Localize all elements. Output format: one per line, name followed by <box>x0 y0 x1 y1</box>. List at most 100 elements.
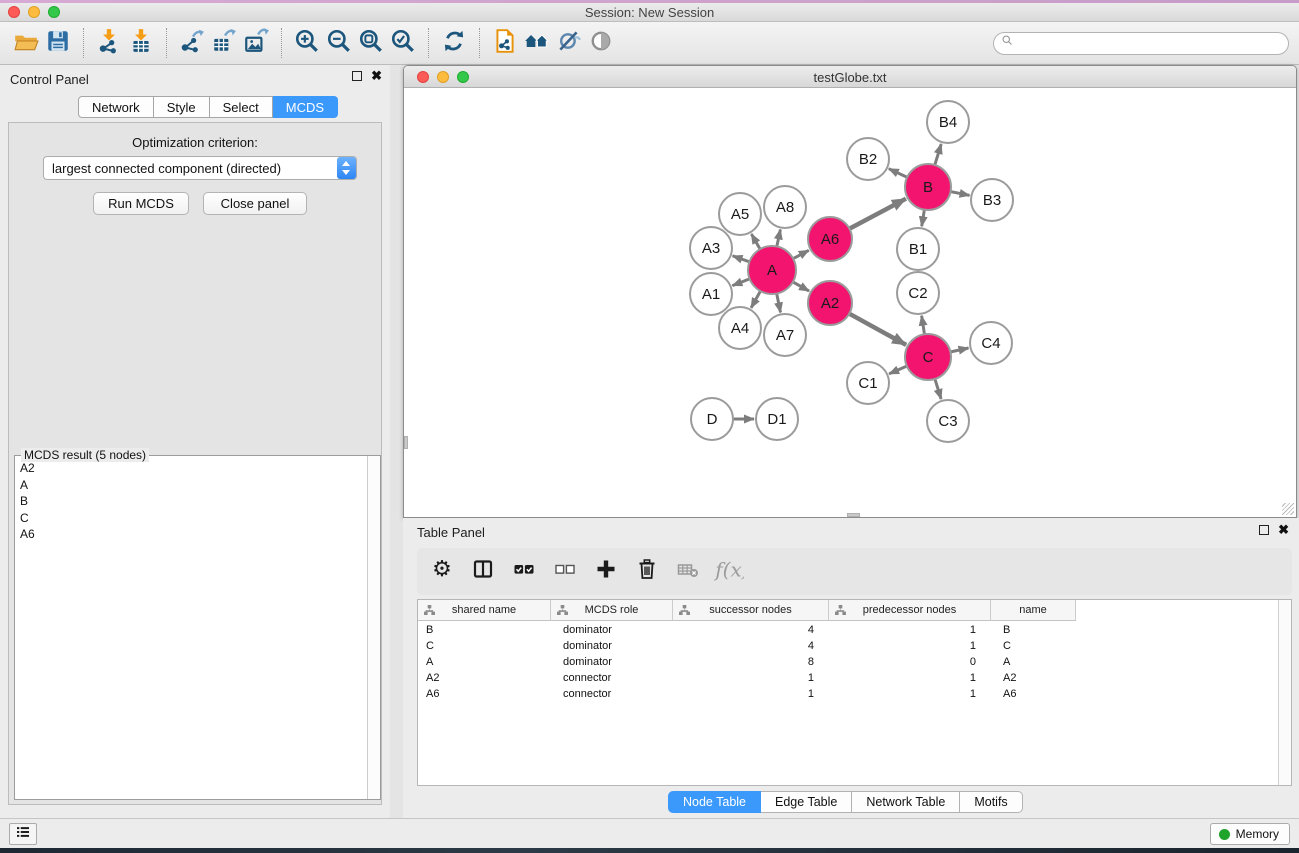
tab-network[interactable]: Network <box>78 96 154 118</box>
node-A7[interactable]: A7 <box>764 314 806 356</box>
cell-name[interactable]: B <box>991 624 1076 636</box>
network-canvas[interactable]: B4 B2 B B3 A8 A5 A6 A3 B1 A C2 A1 A2 <box>405 88 1297 518</box>
cell-name[interactable]: A <box>991 656 1076 668</box>
cell-name[interactable]: A2 <box>991 672 1076 684</box>
mcds-result-item[interactable]: C <box>15 510 367 527</box>
cell-predecessor-nodes[interactable]: 1 <box>829 672 991 684</box>
cell-successor-nodes[interactable]: 8 <box>673 656 829 668</box>
unselect-all-columns-button[interactable] <box>552 559 578 585</box>
close-panel-icon[interactable]: ✖ <box>371 71 382 81</box>
node-A[interactable]: A <box>748 246 796 294</box>
edge-B-B3[interactable] <box>949 191 970 195</box>
export-table-button[interactable] <box>208 27 240 59</box>
import-network-button[interactable] <box>93 27 125 59</box>
node-A8[interactable]: A8 <box>764 186 806 228</box>
cell-mcds-role[interactable]: connector <box>551 672 673 684</box>
node-C4[interactable]: C4 <box>970 322 1012 364</box>
zoom-selected-button[interactable] <box>387 27 419 59</box>
zoom-in-button[interactable] <box>291 27 323 59</box>
memory-button[interactable]: Memory <box>1210 823 1290 845</box>
node-B4[interactable]: B4 <box>927 101 969 143</box>
export-network-button[interactable] <box>176 27 208 59</box>
cell-name[interactable]: A6 <box>991 688 1076 700</box>
optimization-criterion-select[interactable]: largest connected component (directed) <box>43 156 357 180</box>
show-graphics-details-button[interactable] <box>585 27 617 59</box>
edge-C-C2[interactable] <box>922 316 925 337</box>
close-table-panel-icon[interactable]: ✖ <box>1278 525 1289 535</box>
table-row[interactable]: Bdominator41B <box>418 622 1278 638</box>
node-A3[interactable]: A3 <box>690 227 732 269</box>
node-A6[interactable]: A6 <box>808 217 852 261</box>
export-image-button[interactable] <box>240 27 272 59</box>
cell-shared-name[interactable]: B <box>418 624 551 636</box>
table-row[interactable]: A6connector11A6 <box>418 686 1278 702</box>
refresh-button[interactable] <box>438 27 470 59</box>
node-D[interactable]: D <box>691 398 733 440</box>
search-field[interactable] <box>993 32 1289 55</box>
create-column-button[interactable] <box>593 559 619 585</box>
table-row[interactable]: Adominator80A <box>418 654 1278 670</box>
mcds-result-item[interactable]: B <box>15 493 367 510</box>
node-C3[interactable]: C3 <box>927 400 969 442</box>
column-header-predecessor-nodes[interactable]: predecessor nodes <box>829 600 991 621</box>
edge-A-A2[interactable] <box>791 281 809 291</box>
first-neighbors-button[interactable] <box>521 27 553 59</box>
cell-successor-nodes[interactable]: 1 <box>673 672 829 684</box>
table-row[interactable]: Cdominator41C <box>418 638 1278 654</box>
cell-mcds-role[interactable]: connector <box>551 688 673 700</box>
table-row[interactable]: A2connector11A2 <box>418 670 1278 686</box>
delete-columns-button[interactable] <box>634 559 660 585</box>
node-C[interactable]: C <box>905 334 951 380</box>
save-session-button[interactable] <box>42 27 74 59</box>
tab-edge-table[interactable]: Edge Table <box>761 791 852 813</box>
edge-A2-C[interactable] <box>848 313 907 345</box>
vertical-scroll-nub[interactable] <box>404 436 408 449</box>
cell-mcds-role[interactable]: dominator <box>551 624 673 636</box>
float-table-panel-icon[interactable] <box>1259 525 1269 535</box>
cell-shared-name[interactable]: C <box>418 640 551 652</box>
close-panel-button[interactable]: Close panel <box>203 192 307 215</box>
node-B3[interactable]: B3 <box>971 179 1013 221</box>
node-B[interactable]: B <box>905 164 951 210</box>
cell-successor-nodes[interactable]: 4 <box>673 624 829 636</box>
edge-A-A7[interactable] <box>776 292 780 313</box>
task-history-button[interactable] <box>9 823 37 845</box>
node-A1[interactable]: A1 <box>690 273 732 315</box>
float-panel-icon[interactable] <box>352 71 362 81</box>
cell-predecessor-nodes[interactable]: 1 <box>829 624 991 636</box>
cell-predecessor-nodes[interactable]: 0 <box>829 656 991 668</box>
tab-motifs[interactable]: Motifs <box>960 791 1022 813</box>
new-network-from-selection-button[interactable] <box>489 27 521 59</box>
column-header-name[interactable]: name <box>991 600 1076 621</box>
cell-successor-nodes[interactable]: 1 <box>673 688 829 700</box>
column-header-shared-name[interactable]: shared name <box>418 600 551 621</box>
node-C2[interactable]: C2 <box>897 272 939 314</box>
horizontal-scroll-nub[interactable] <box>847 513 860 517</box>
hide-graphics-details-button[interactable] <box>553 27 585 59</box>
edge-B-B2[interactable] <box>889 169 909 178</box>
tab-network-table[interactable]: Network Table <box>852 791 960 813</box>
edge-B-B4[interactable] <box>934 144 941 167</box>
table-options-button[interactable]: ⚙ <box>429 559 455 585</box>
node-A4[interactable]: A4 <box>719 307 761 349</box>
cell-predecessor-nodes[interactable]: 1 <box>829 640 991 652</box>
show-column-panel-button[interactable] <box>470 559 496 585</box>
mcds-result-list[interactable]: A2ABCA6 <box>15 460 367 799</box>
zoom-out-button[interactable] <box>323 27 355 59</box>
cell-mcds-role[interactable]: dominator <box>551 656 673 668</box>
cell-predecessor-nodes[interactable]: 1 <box>829 688 991 700</box>
tab-node-table[interactable]: Node Table <box>668 791 761 813</box>
edge-A6-B[interactable] <box>848 199 906 230</box>
zoom-fit-button[interactable] <box>355 27 387 59</box>
edge-A-A4[interactable] <box>751 289 761 308</box>
import-table-button[interactable] <box>125 27 157 59</box>
column-header-mcds-role[interactable]: MCDS role <box>551 600 673 621</box>
mcds-result-item[interactable]: A6 <box>15 526 367 543</box>
tab-style[interactable]: Style <box>154 96 210 118</box>
mcds-result-item[interactable]: A2 <box>15 460 367 477</box>
cell-shared-name[interactable]: A6 <box>418 688 551 700</box>
node-D1[interactable]: D1 <box>756 398 798 440</box>
node-B2[interactable]: B2 <box>847 138 889 180</box>
node-A5[interactable]: A5 <box>719 193 761 235</box>
cell-shared-name[interactable]: A2 <box>418 672 551 684</box>
